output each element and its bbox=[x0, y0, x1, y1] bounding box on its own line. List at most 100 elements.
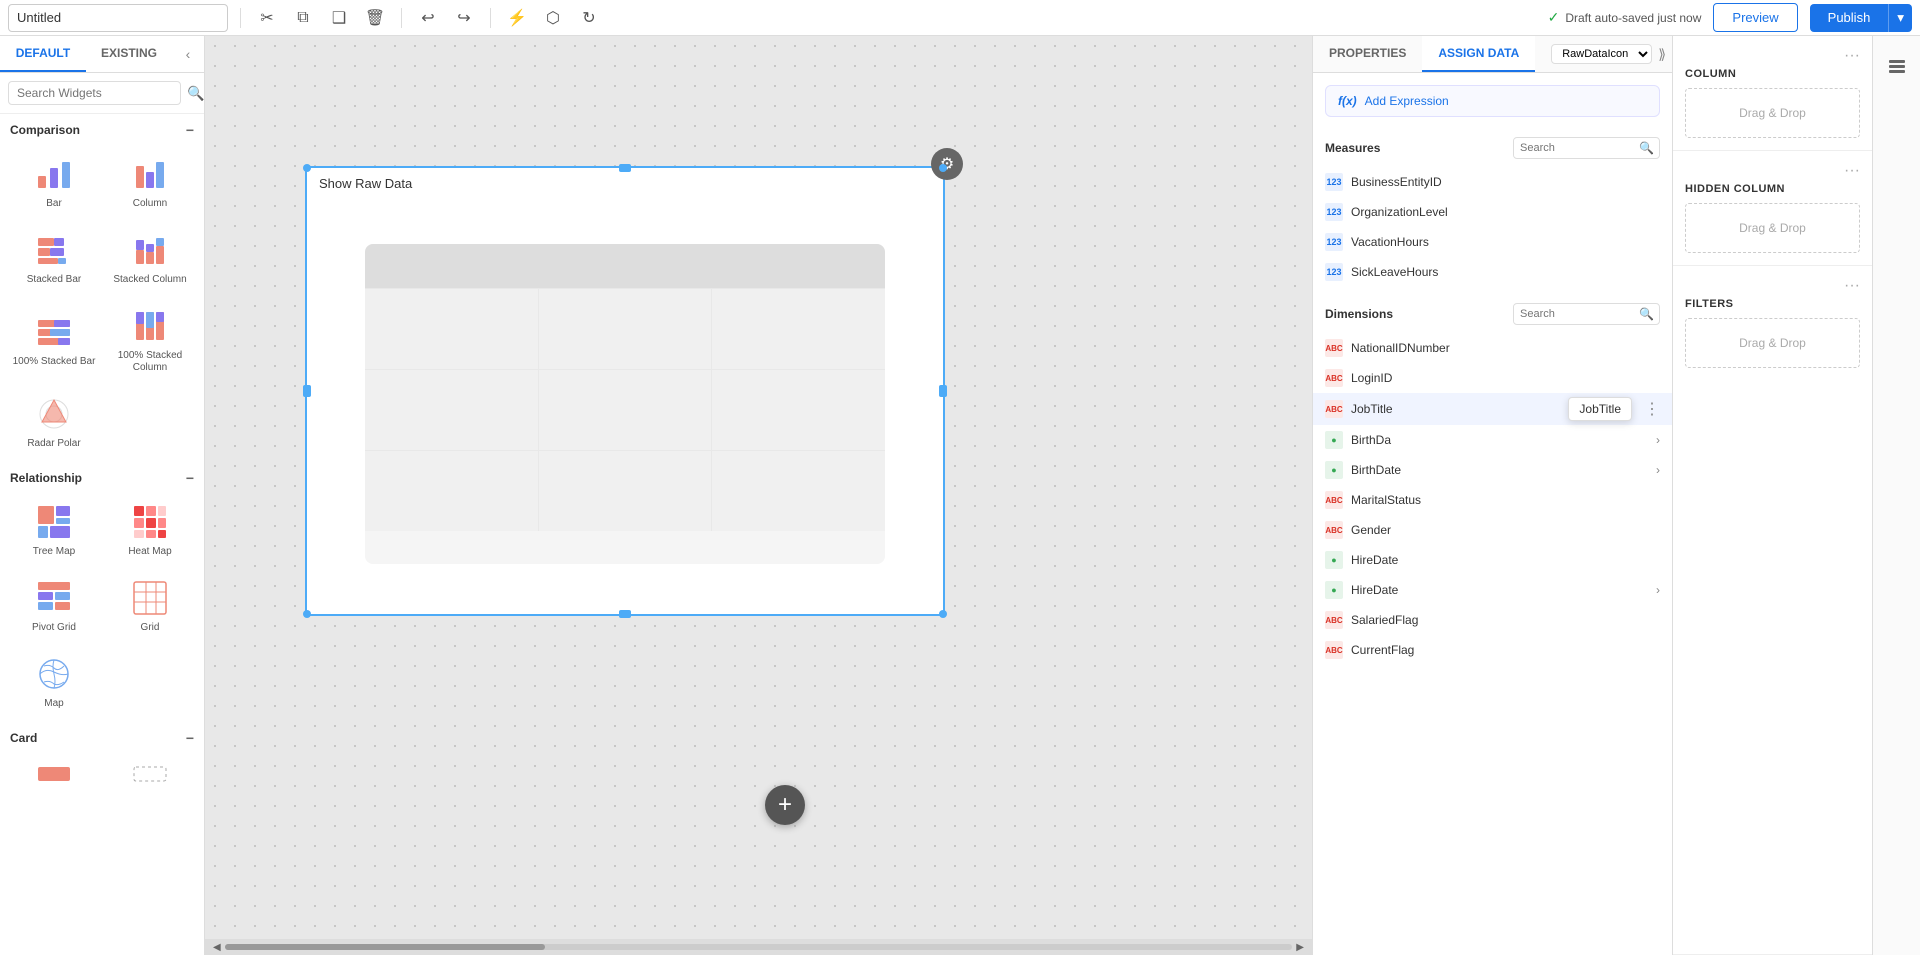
expand-icon[interactable]: › bbox=[1656, 463, 1660, 477]
canvas-widget[interactable]: ⚙ Show Raw Data bbox=[305, 166, 945, 616]
dimensions-search-input[interactable] bbox=[1514, 305, 1634, 323]
dimension-name: SalariedFlag bbox=[1351, 613, 1418, 627]
column-drag-drop[interactable]: Drag & Drop bbox=[1685, 88, 1860, 138]
cut-button[interactable]: ✂ bbox=[253, 4, 281, 32]
dimension-item-salariedflag[interactable]: ABC SalariedFlag bbox=[1313, 605, 1672, 635]
expand-icon[interactable]: › bbox=[1656, 433, 1660, 447]
tab-existing[interactable]: EXISTING bbox=[86, 36, 172, 72]
widget-item-tree-map[interactable]: Tree Map bbox=[8, 494, 100, 566]
dimension-item-hiredate2[interactable]: ● HireDate › bbox=[1313, 575, 1672, 605]
measure-item-vacationhours[interactable]: 123 VacationHours bbox=[1313, 227, 1672, 257]
widget-item-stacked-column[interactable]: Stacked Column bbox=[104, 222, 196, 294]
widget-item-pivot-grid[interactable]: Pivot Grid bbox=[8, 570, 100, 642]
filter-button[interactable]: ⚡ bbox=[503, 4, 531, 32]
dimension-item-gender[interactable]: ABC Gender bbox=[1313, 515, 1672, 545]
card-collapse-icon[interactable]: − bbox=[186, 730, 194, 746]
autosave-message: ✓ Draft auto-saved just now bbox=[1548, 9, 1702, 26]
relationship-label: Relationship bbox=[10, 471, 82, 485]
gear-handle[interactable]: ⚙ bbox=[931, 148, 963, 180]
dimension-item-currentflag[interactable]: ABC CurrentFlag bbox=[1313, 635, 1672, 665]
dimension-item-maritalstatus[interactable]: ABC MaritalStatus bbox=[1313, 485, 1672, 515]
comparison-collapse-icon[interactable]: − bbox=[186, 122, 194, 138]
dimension-item-hiredate1[interactable]: ● HireDate bbox=[1313, 545, 1672, 575]
resize-handle-left[interactable] bbox=[303, 385, 311, 397]
tag-button[interactable]: ⬡ bbox=[539, 4, 567, 32]
widget-item-card-partial[interactable] bbox=[8, 754, 100, 794]
hidden-column-drag-drop[interactable]: Drag & Drop bbox=[1685, 203, 1860, 253]
widget-item-100-stacked-bar[interactable]: 100% Stacked Bar bbox=[8, 298, 100, 382]
widget-item-grid[interactable]: Grid bbox=[104, 570, 196, 642]
card-partial2-icon bbox=[130, 762, 170, 786]
resize-handle-top[interactable] bbox=[619, 164, 631, 172]
widget-item-card-partial2[interactable] bbox=[104, 754, 196, 794]
widget-item-100-stacked-column[interactable]: 100% Stacked Column bbox=[104, 298, 196, 382]
layers-icon[interactable] bbox=[1881, 50, 1913, 82]
hidden-column-dots[interactable]: ··· bbox=[1685, 163, 1860, 179]
dimension-item-jobtitle[interactable]: ABC JobTitle ⋮ JobTitle bbox=[1313, 393, 1672, 425]
resize-handle-tl[interactable] bbox=[303, 164, 311, 172]
canvas-area: ⚙ Show Raw Data bbox=[205, 36, 1312, 955]
undo-button[interactable]: ↩ bbox=[414, 4, 442, 32]
widget-item-map[interactable]: Map bbox=[8, 646, 100, 718]
tab-properties[interactable]: PROPERTIES bbox=[1313, 36, 1422, 72]
publish-dropdown-button[interactable]: ▾ bbox=[1888, 4, 1912, 32]
autosave-text: Draft auto-saved just now bbox=[1565, 11, 1701, 25]
canvas-scrollbar[interactable]: ◀ ▶ bbox=[205, 939, 1312, 955]
redo-button[interactable]: ↪ bbox=[450, 4, 478, 32]
add-expression-button[interactable]: f(x) Add Expression bbox=[1325, 85, 1660, 117]
delete-button[interactable]: 🗑 bbox=[361, 4, 389, 32]
scrollbar-thumb[interactable] bbox=[225, 944, 545, 950]
add-widget-button[interactable]: + bbox=[765, 785, 805, 825]
column-dots[interactable]: ··· bbox=[1685, 48, 1860, 64]
relationship-section-header: Relationship − bbox=[0, 462, 204, 490]
widget-item-heat-map[interactable]: Heat Map bbox=[104, 494, 196, 566]
publish-button[interactable]: Publish bbox=[1810, 4, 1889, 32]
tab-default[interactable]: DEFAULT bbox=[0, 36, 86, 72]
card-section-header: Card − bbox=[0, 722, 204, 750]
measures-search-input[interactable] bbox=[1514, 139, 1634, 157]
resize-handle-bl[interactable] bbox=[303, 610, 311, 618]
resize-handle-right[interactable] bbox=[939, 385, 947, 397]
measure-item-sickleavehours[interactable]: 123 SickLeaveHours bbox=[1313, 257, 1672, 287]
page-title-input[interactable] bbox=[8, 4, 228, 32]
widget-item-radar-polar[interactable]: Radar Polar bbox=[8, 386, 100, 458]
dimension-item-nationalidnumber[interactable]: ABC NationalIDNumber bbox=[1313, 333, 1672, 363]
datasource-select[interactable]: RawDataIcon bbox=[1551, 44, 1652, 64]
dimension-item-loginid[interactable]: ABC LoginID bbox=[1313, 363, 1672, 393]
expand-right-icon[interactable]: ⟫ bbox=[1652, 46, 1672, 63]
stacked-bar-icon bbox=[34, 230, 74, 270]
widget-item-bar[interactable]: Bar bbox=[8, 146, 100, 218]
right-panel-tabs: PROPERTIES ASSIGN DATA RawDataIcon ⟫ bbox=[1313, 36, 1672, 73]
preview-button[interactable]: Preview bbox=[1713, 3, 1797, 32]
resize-handle-tr[interactable] bbox=[939, 164, 947, 172]
paste-button[interactable]: ❑ bbox=[325, 4, 353, 32]
more-options-icon[interactable]: ⋮ bbox=[1644, 399, 1660, 419]
sidebar-content: Comparison − Bar bbox=[0, 114, 204, 955]
hidden-column-title: Hidden Column bbox=[1685, 183, 1860, 195]
refresh-button[interactable]: ↻ bbox=[575, 4, 603, 32]
dimension-item-birthdate[interactable]: ● BirthDate › bbox=[1313, 455, 1672, 485]
resize-handle-bottom[interactable] bbox=[619, 610, 631, 618]
scroll-right-arrow[interactable]: ▶ bbox=[1292, 942, 1308, 953]
filters-dots[interactable]: ··· bbox=[1685, 278, 1860, 294]
type-icon: ● bbox=[1325, 581, 1343, 599]
dimension-item-birthda[interactable]: ● BirthDa › bbox=[1313, 425, 1672, 455]
relationship-collapse-icon[interactable]: − bbox=[186, 470, 194, 486]
measure-item-organizationlevel[interactable]: 123 OrganizationLevel bbox=[1313, 197, 1672, 227]
radar-polar-label: Radar Polar bbox=[27, 438, 80, 450]
type-icon: ● bbox=[1325, 551, 1343, 569]
sidebar-collapse-button[interactable]: ‹ bbox=[176, 42, 200, 66]
filters-drag-drop-label: Drag & Drop bbox=[1739, 336, 1806, 350]
resize-handle-br[interactable] bbox=[939, 610, 947, 618]
expand-icon[interactable]: › bbox=[1656, 583, 1660, 597]
copy-button[interactable]: ⧉ bbox=[289, 4, 317, 32]
search-input[interactable] bbox=[8, 81, 181, 105]
filters-drag-drop[interactable]: Drag & Drop bbox=[1685, 318, 1860, 368]
dimension-name: HireDate bbox=[1351, 553, 1398, 567]
measure-item-businessentityid[interactable]: 123 BusinessEntityID bbox=[1313, 167, 1672, 197]
widget-item-column[interactable]: Column bbox=[104, 146, 196, 218]
card-widget-grid bbox=[0, 750, 204, 810]
tab-assign-data[interactable]: ASSIGN DATA bbox=[1422, 36, 1535, 72]
widget-item-stacked-bar[interactable]: Stacked Bar bbox=[8, 222, 100, 294]
scroll-left-arrow[interactable]: ◀ bbox=[209, 942, 225, 953]
